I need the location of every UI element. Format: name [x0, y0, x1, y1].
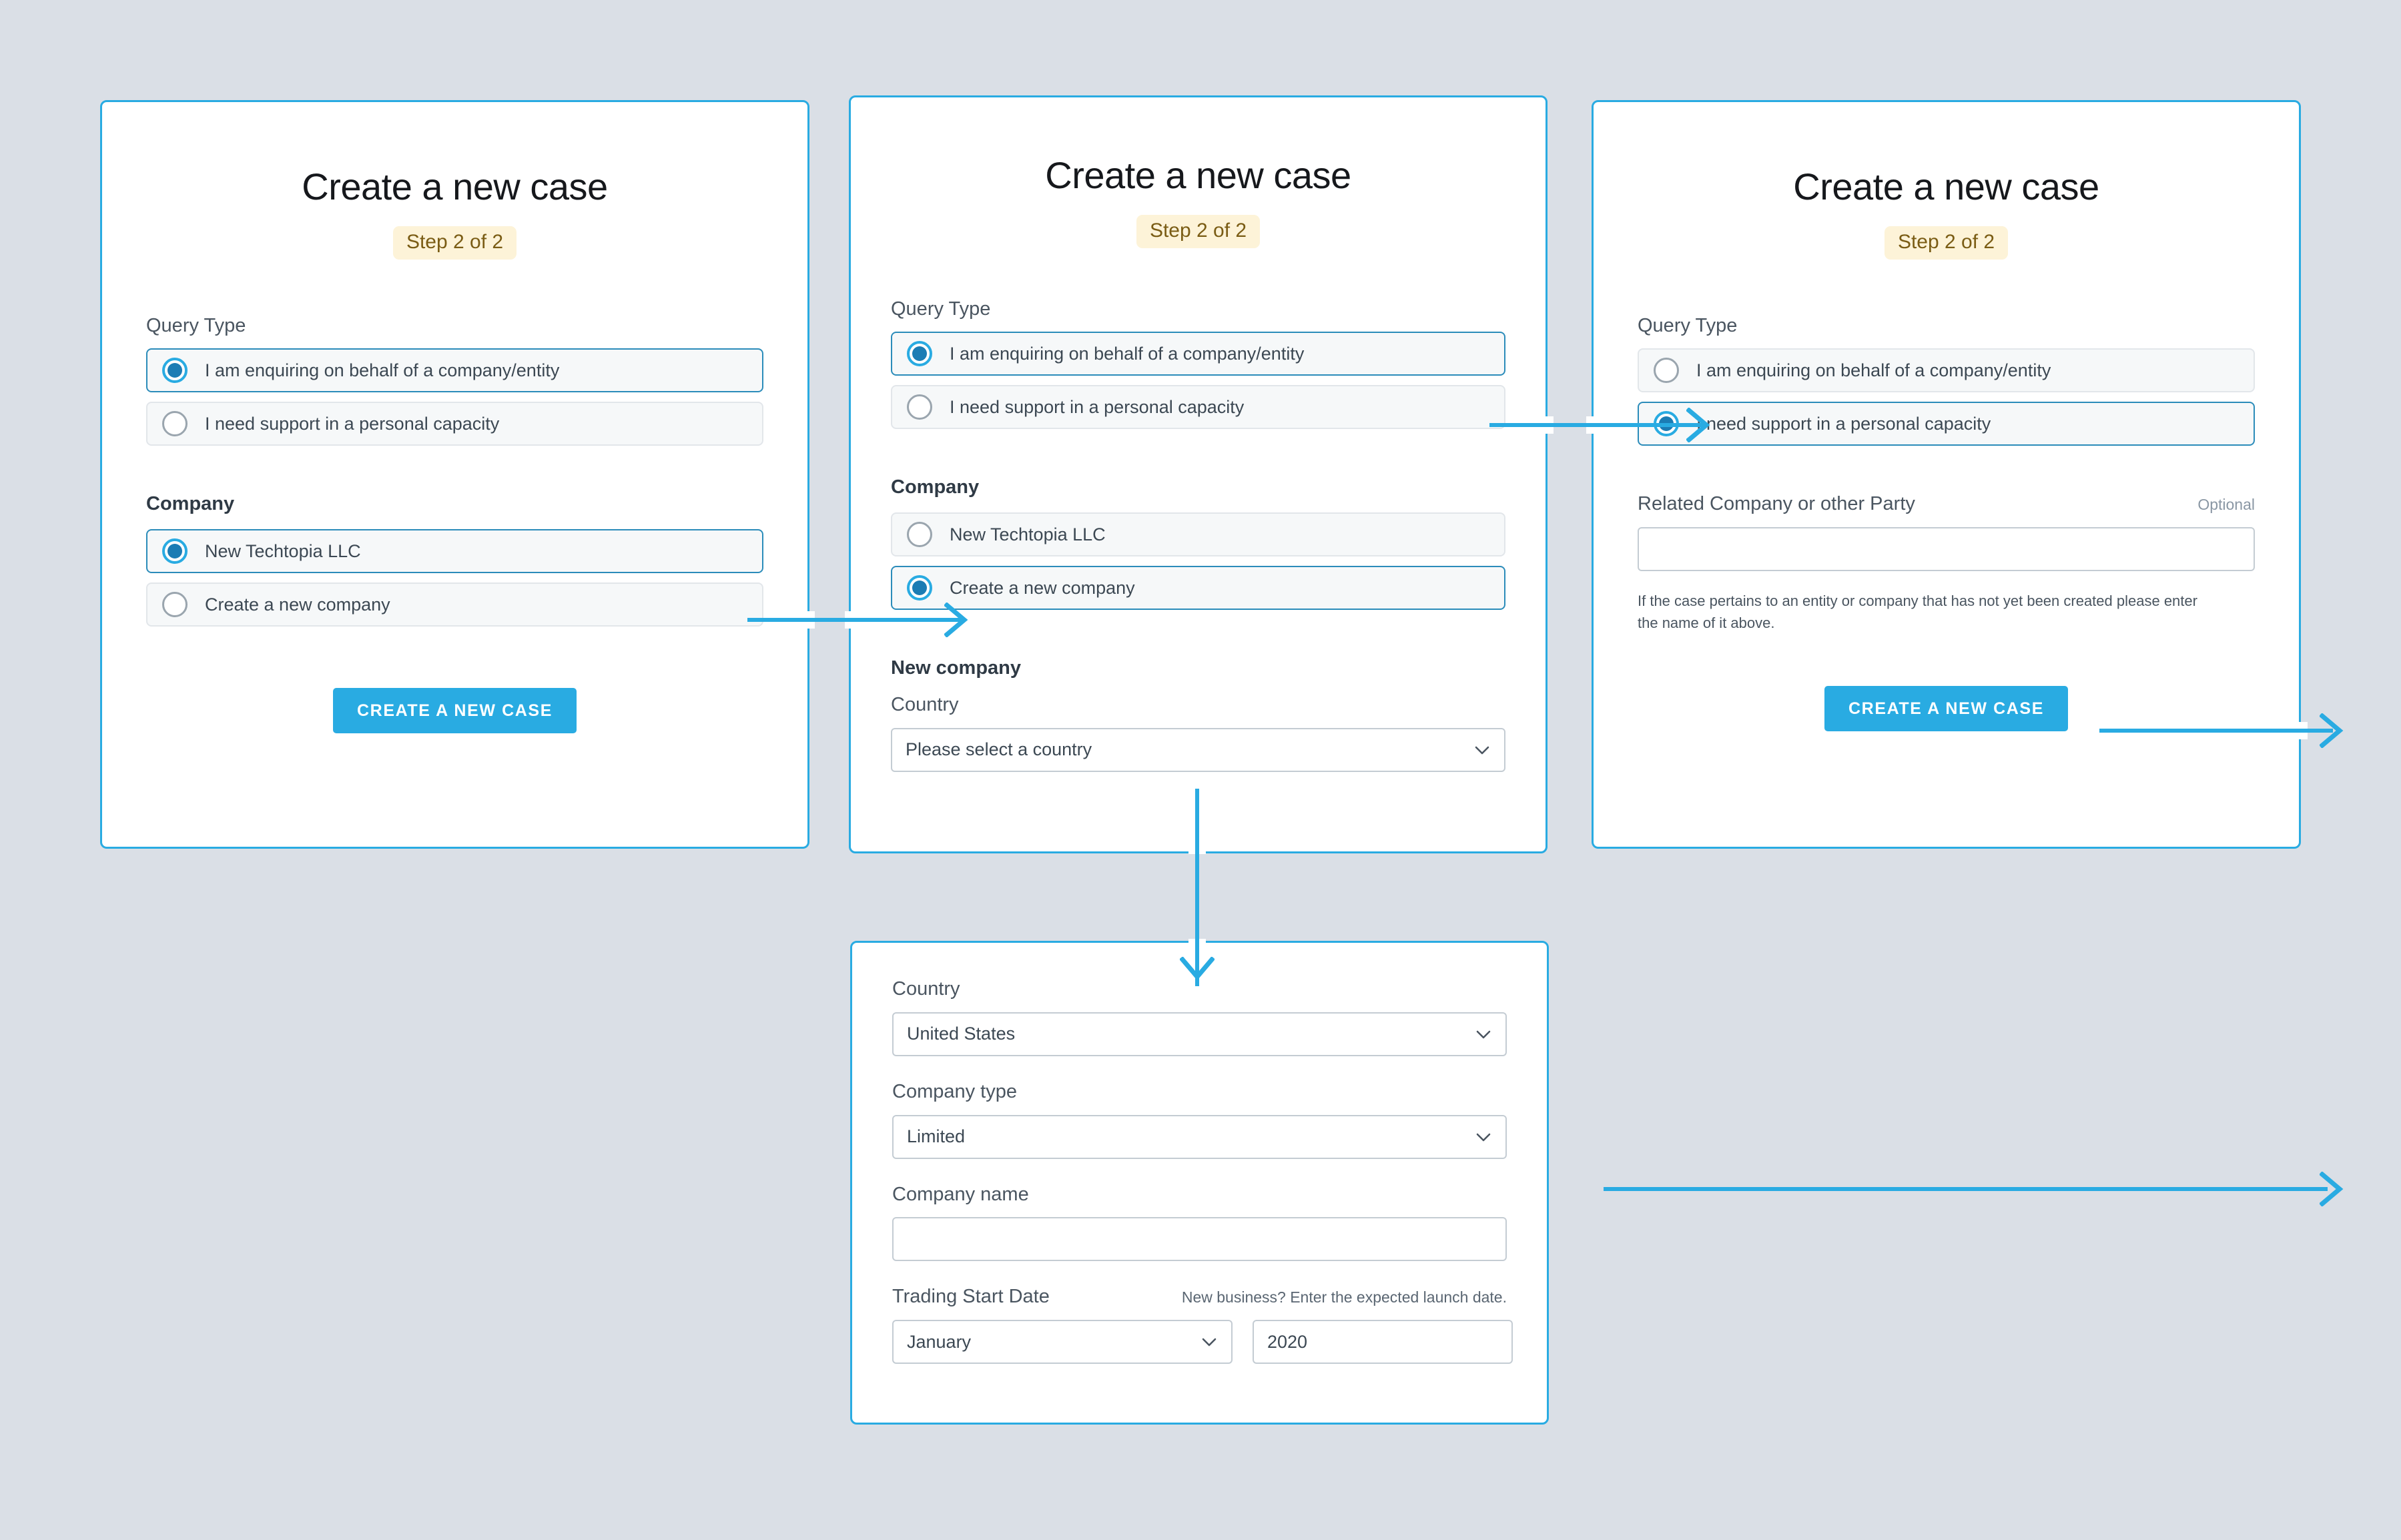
- company-name-label: Company name: [892, 1183, 1029, 1205]
- radio-icon-selected: [162, 358, 188, 384]
- radio-icon-selected: [907, 341, 932, 367]
- create-new-case-button[interactable]: CREATE A NEW CASE: [1824, 686, 2068, 732]
- related-company-input[interactable]: [1638, 527, 2255, 572]
- connector-panel4-next: [1604, 1187, 2328, 1191]
- company-type-select[interactable]: Limited: [892, 1114, 1507, 1159]
- trading-start-date-label: Trading Start Date: [892, 1286, 1050, 1308]
- radio-label: Create a new company: [950, 577, 1135, 598]
- related-company-label: Related Company or other Party: [1638, 493, 1915, 515]
- page-title: Create a new case: [302, 165, 608, 208]
- query-type-label: Query Type: [1638, 314, 1738, 336]
- submit-row: CREATE A NEW CASE: [1638, 686, 2255, 732]
- radio-row-new-techtopia-llc[interactable]: New Techtopia LLC: [146, 529, 763, 574]
- submit-row: CREATE A NEW CASE: [146, 688, 763, 734]
- radio-row-company-entity[interactable]: I am enquiring on behalf of a company/en…: [146, 348, 763, 393]
- year-input-value: 2020: [1267, 1331, 1308, 1352]
- arrowhead-icon: [2320, 713, 2350, 748]
- radio-row-new-techtopia-llc[interactable]: New Techtopia LLC: [891, 512, 1505, 557]
- related-company-help-text: If the case pertains to an entity or com…: [1638, 593, 2197, 632]
- chevron-down-icon: [1475, 1026, 1492, 1043]
- radio-label: I am enquiring on behalf of a company/en…: [205, 360, 560, 380]
- card-step2-new-company: Create a new case Step 2 of 2 Query Type…: [849, 95, 1548, 853]
- page-title: Create a new case: [1793, 165, 2099, 208]
- radio-icon-unselected: [162, 592, 188, 618]
- query-type-label: Query Type: [891, 298, 991, 320]
- radio-icon-unselected: [162, 411, 188, 437]
- radio-label: I need support in a personal capacity: [950, 396, 1245, 417]
- chevron-down-icon: [1473, 741, 1491, 759]
- query-type-label: Query Type: [146, 314, 246, 336]
- step-badge-wrap: Step 2 of 2: [1638, 226, 2255, 260]
- country-label: Country: [891, 693, 959, 715]
- arrowhead-icon: [1180, 957, 1215, 988]
- connector-create-company: [747, 618, 961, 622]
- company-label: Company: [891, 476, 980, 498]
- step-badge: Step 2 of 2: [1136, 214, 1261, 248]
- connector-personal-capacity: [1489, 423, 1703, 427]
- company-label: Company: [146, 493, 235, 515]
- step-badge-wrap: Step 2 of 2: [146, 226, 763, 260]
- step-badge: Step 2 of 2: [392, 226, 517, 260]
- radio-label: Create a new company: [205, 594, 390, 615]
- radio-row-personal-capacity[interactable]: I need support in a personal capacity: [891, 385, 1505, 430]
- radio-icon-selected: [162, 538, 188, 564]
- new-company-label: New company: [891, 657, 1021, 679]
- trading-start-date-hint: New business? Enter the expected launch …: [1181, 1288, 1507, 1306]
- card-step2-personal-capacity: Create a new case Step 2 of 2 Query Type…: [1592, 100, 2301, 849]
- radio-icon-selected: [907, 575, 932, 601]
- radio-label: New Techtopia LLC: [950, 524, 1106, 544]
- company-name-input[interactable]: [892, 1217, 1507, 1262]
- radio-row-personal-capacity[interactable]: I need support in a personal capacity: [1638, 402, 2255, 446]
- card-new-company-details: Country United States Company type Limit…: [850, 941, 1549, 1425]
- country-select-value: United States: [907, 1024, 1016, 1044]
- radio-icon-unselected: [907, 394, 932, 420]
- month-select-value: January: [907, 1331, 972, 1352]
- country-select-value: Please select a country: [906, 739, 1092, 760]
- page-title: Create a new case: [1045, 154, 1351, 196]
- company-type-select-value: Limited: [907, 1126, 966, 1147]
- connector-panel3-next: [2099, 729, 2333, 733]
- radio-label: I am enquiring on behalf of a company/en…: [950, 343, 1305, 364]
- step-badge: Step 2 of 2: [1884, 226, 2009, 260]
- radio-label: I need support in a personal capacity: [1696, 413, 1991, 434]
- year-input[interactable]: 2020: [1253, 1320, 1513, 1365]
- radio-row-create-new-company[interactable]: Create a new company: [146, 583, 763, 627]
- trading-start-date-row: January 2020: [892, 1320, 1513, 1365]
- company-type-label: Company type: [892, 1080, 1017, 1102]
- arrowhead-icon: [1686, 408, 1717, 442]
- step-badge-wrap: Step 2 of 2: [891, 214, 1505, 248]
- radio-icon-unselected: [1654, 358, 1679, 384]
- radio-row-company-entity[interactable]: I am enquiring on behalf of a company/en…: [891, 332, 1505, 376]
- chevron-down-icon: [1475, 1128, 1492, 1146]
- trading-start-label-row: Trading Start Date New business? Enter t…: [892, 1285, 1507, 1308]
- card-step2-company-selected: Create a new case Step 2 of 2 Query Type…: [100, 100, 809, 849]
- arrowhead-icon: [944, 603, 975, 637]
- flow-canvas: Create a new case Step 2 of 2 Query Type…: [0, 0, 2401, 1540]
- optional-tag: Optional: [2197, 496, 2255, 514]
- related-company-label-row: Related Company or other Party Optional: [1638, 492, 2255, 516]
- create-new-case-button[interactable]: CREATE A NEW CASE: [333, 688, 577, 734]
- arrowhead-icon: [2320, 1172, 2350, 1206]
- country-select[interactable]: United States: [892, 1012, 1507, 1056]
- radio-icon-unselected: [907, 522, 932, 548]
- chevron-down-icon: [1200, 1333, 1218, 1351]
- radio-row-company-entity[interactable]: I am enquiring on behalf of a company/en…: [1638, 348, 2255, 393]
- radio-row-create-new-company[interactable]: Create a new company: [891, 566, 1505, 611]
- month-select[interactable]: January: [892, 1320, 1233, 1365]
- radio-label: I need support in a personal capacity: [205, 413, 500, 434]
- radio-label: I am enquiring on behalf of a company/en…: [1696, 360, 2051, 380]
- radio-row-personal-capacity[interactable]: I need support in a personal capacity: [146, 402, 763, 446]
- country-select[interactable]: Please select a country: [891, 727, 1505, 772]
- radio-label: New Techtopia LLC: [205, 540, 361, 561]
